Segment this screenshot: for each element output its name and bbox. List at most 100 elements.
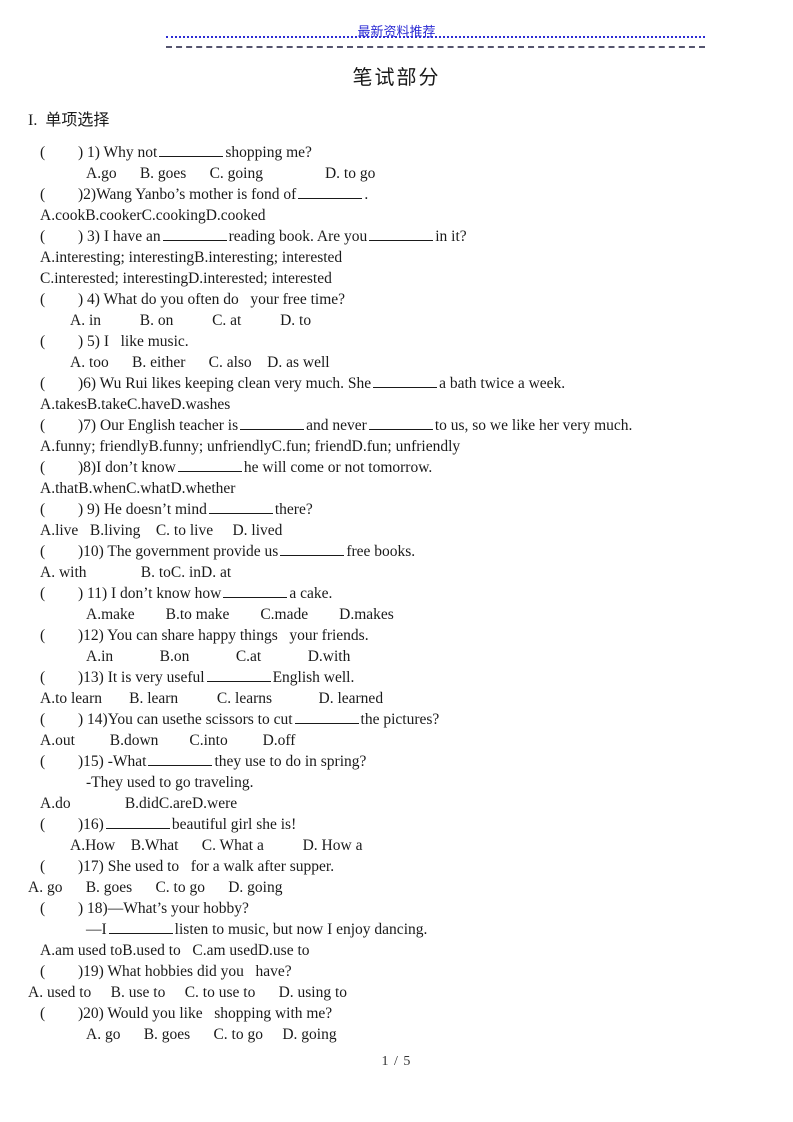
question-options[interactable]: A.to learn B. learn C. learns D. learned	[28, 688, 765, 709]
answer-bracket[interactable]: (	[40, 289, 78, 310]
answer-blank[interactable]	[368, 415, 433, 430]
question-stem: () 14)You can usethe scissors to cut the …	[40, 709, 440, 730]
question-block: () 4) What do you often do your free tim…	[28, 289, 765, 331]
question-stem: ()15) -What they use to do in spring?	[40, 751, 367, 772]
answer-bracket[interactable]: (	[40, 709, 78, 730]
answer-bracket[interactable]: (	[40, 184, 78, 205]
question-stem: () 11) I don’t know how a cake.	[40, 583, 333, 604]
question-stem: () 1) Why not shopping me?	[40, 142, 312, 163]
answer-bracket[interactable]: (	[40, 856, 78, 877]
question-stem: ()7) Our English teacher is and never to u…	[40, 415, 633, 436]
header-watermark-text: 最新资料推荐	[357, 25, 436, 40]
question-block: ()6) Wu Rui likes keeping clean very muc…	[28, 373, 765, 415]
question-block: () 5) I like music. A. too B. either C. a…	[28, 331, 765, 373]
question-options[interactable]: C.interested; interestingD.interested; i…	[28, 268, 765, 289]
answer-blank[interactable]	[108, 919, 173, 934]
answer-blank[interactable]	[162, 226, 227, 241]
question-options[interactable]: A.funny; friendlyB.funny; unfriendlyC.fu…	[28, 436, 765, 457]
question-block: () 14)You can usethe scissors to cut the …	[28, 709, 765, 751]
header-dashed-rule	[166, 46, 705, 48]
question-block: ()19) What hobbies did you have? A. used …	[28, 961, 765, 1003]
question-block: () 1) Why not shopping me? A.go B. goes C.…	[28, 142, 765, 184]
answer-bracket[interactable]: (	[40, 457, 78, 478]
answer-bracket[interactable]: (	[40, 499, 78, 520]
question-options[interactable]: A. go B. goes C. to go D. going	[28, 877, 765, 898]
question-options[interactable]: A. with B. toC. inD. at	[28, 562, 765, 583]
question-options[interactable]: A.in B.on C.at D.with	[28, 646, 765, 667]
answer-bracket[interactable]: (	[40, 142, 78, 163]
answer-blank[interactable]	[294, 709, 359, 724]
answer-bracket[interactable]: (	[40, 625, 78, 646]
question-block: () 18)—What’s your hobby? —I listen to mus…	[28, 898, 765, 961]
answer-blank[interactable]	[177, 457, 242, 472]
answer-bracket[interactable]: (	[40, 226, 78, 247]
question-block: ()20) Would you like shopping with me? A.…	[28, 1003, 765, 1045]
question-block: ()8)I don’t know he will come or not tomo…	[28, 457, 765, 499]
question-stem: () 3) I have an reading book. Are you in i…	[40, 226, 467, 247]
exam-content: I. 单项选择 () 1) Why not shopping me? A.go B.…	[0, 110, 793, 1045]
question-options[interactable]: A.How B.What C. What a D. How a	[28, 835, 765, 856]
answer-blank[interactable]	[105, 814, 170, 829]
question-options[interactable]: A.am used toB.used to C.am usedD.use to	[28, 940, 765, 961]
question-block: () 3) I have an reading book. Are you in i…	[28, 226, 765, 289]
answer-bracket[interactable]: (	[40, 814, 78, 835]
question-options[interactable]: A.cookB.cookerC.cookingD.cooked	[28, 205, 765, 226]
question-options[interactable]: A. in B. on C. at D. to	[28, 310, 765, 331]
document-page: 最新资料推荐 笔试部分 I. 单项选择 () 1) Why not shoppin…	[0, 0, 793, 1122]
answer-bracket[interactable]: (	[40, 331, 78, 352]
page-footer: 1 / 5	[381, 1054, 412, 1069]
question-options[interactable]: A. used to B. use to C. to use to D. usi…	[28, 982, 765, 1003]
question-stem: ()20) Would you like shopping with me?	[40, 1003, 333, 1024]
answer-blank[interactable]	[206, 667, 271, 682]
question-block: () 9) He doesn’t mind there? A.live B.livi…	[28, 499, 765, 541]
question-options[interactable]: A.thatB.whenC.whatD.whether	[28, 478, 765, 499]
question-stem: ()8)I don’t know he will come or not tomo…	[40, 457, 433, 478]
page-header: 最新资料推荐	[0, 0, 793, 58]
question-block: ()7) Our English teacher is and never to u…	[28, 415, 765, 457]
question-stem: ()16) beautiful girl she is!	[40, 814, 297, 835]
answer-bracket[interactable]: (	[40, 415, 78, 436]
question-stem: () 4) What do you often do your free tim…	[40, 289, 346, 310]
question-options[interactable]: A.out B.down C.into D.off	[28, 730, 765, 751]
question-block: ()12) You can share happy things your fr…	[28, 625, 765, 667]
question-stem: ()17) She used to for a walk after suppe…	[40, 856, 335, 877]
question-options[interactable]: A.go B. goes C. going D. to go	[28, 163, 765, 184]
question-stem: () 18)—What’s your hobby?	[40, 898, 249, 919]
answer-bracket[interactable]: (	[40, 541, 78, 562]
answer-blank[interactable]	[369, 226, 434, 241]
question-block: () 11) I don’t know how a cake. A.make B.t…	[28, 583, 765, 625]
question-stem: () 5) I like music.	[40, 331, 189, 352]
answer-bracket[interactable]: (	[40, 898, 78, 919]
answer-blank[interactable]	[148, 751, 213, 766]
question-options[interactable]: A.do B.didC.areD.were	[28, 793, 765, 814]
question-options[interactable]: A. too B. either C. also D. as well	[28, 352, 765, 373]
question-options[interactable]: A.live B.living C. to live D. lived	[28, 520, 765, 541]
answer-blank[interactable]	[240, 415, 305, 430]
answer-bracket[interactable]: (	[40, 751, 78, 772]
answer-blank[interactable]	[159, 142, 224, 157]
question-stem: ()10) The government provide us free book…	[40, 541, 416, 562]
question-options[interactable]: A.takesB.takeC.haveD.washes	[28, 394, 765, 415]
answer-bracket[interactable]: (	[40, 961, 78, 982]
page-title: 笔试部分	[352, 65, 441, 89]
answer-blank[interactable]	[208, 499, 273, 514]
question-options[interactable]: A.interesting; interestingB.interesting;…	[28, 247, 765, 268]
question-block: ()10) The government provide us free book…	[28, 541, 765, 583]
question-stem: ()2)Wang Yanbo’s mother is fond of.	[40, 184, 369, 205]
question-options[interactable]: A.make B.to make C.made D.makes	[28, 604, 765, 625]
answer-blank[interactable]	[223, 583, 288, 598]
question-stem: () 9) He doesn’t mind there?	[40, 499, 313, 520]
question-block: ()2)Wang Yanbo’s mother is fond of. A.coo…	[28, 184, 765, 226]
answer-bracket[interactable]: (	[40, 373, 78, 394]
question-stem: ()13) It is very useful English well.	[40, 667, 355, 688]
section-heading: I. 单项选择	[28, 112, 110, 129]
question-stem: ()12) You can share happy things your fr…	[40, 625, 369, 646]
question-options[interactable]: A. go B. goes C. to go D. going	[28, 1024, 765, 1045]
answer-bracket[interactable]: (	[40, 667, 78, 688]
answer-bracket[interactable]: (	[40, 583, 78, 604]
answer-blank[interactable]	[373, 373, 438, 388]
answer-bracket[interactable]: (	[40, 1003, 78, 1024]
answer-blank[interactable]	[298, 184, 363, 199]
question-extra-line: -They used to go traveling.	[86, 774, 254, 791]
answer-blank[interactable]	[280, 541, 345, 556]
